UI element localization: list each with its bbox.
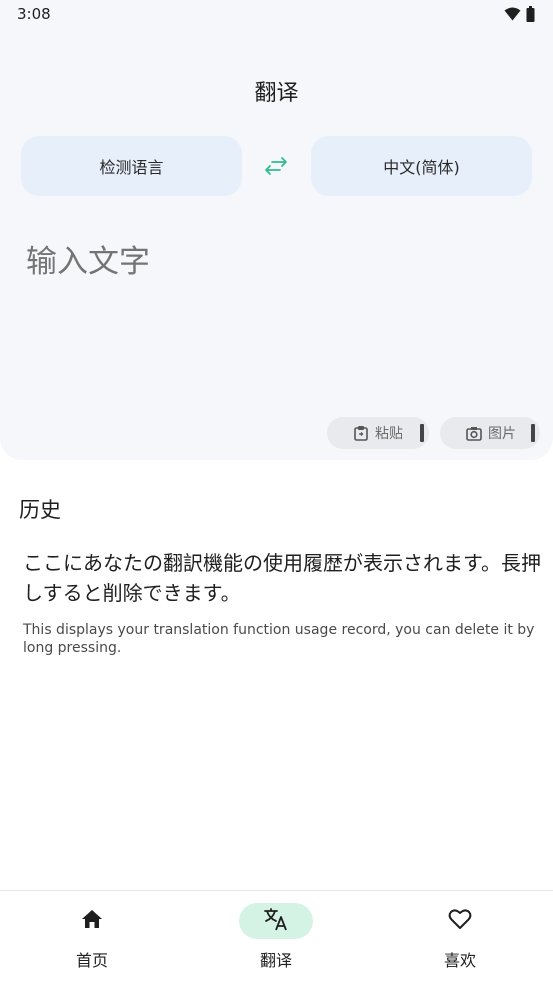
status-bar: 3:08 <box>0 0 553 28</box>
page-title: 翻译 <box>254 81 299 106</box>
target-language-button[interactable]: 中文(简体) <box>311 136 532 196</box>
nav-item-home[interactable]: 首页 <box>22 903 162 975</box>
clipboard-icon <box>353 425 369 441</box>
status-time: 3:08 <box>17 5 51 23</box>
nav-label-translate: 翻译 <box>259 951 292 970</box>
history-heading: 历史 <box>19 498 61 522</box>
text-input[interactable] <box>26 244 526 280</box>
home-icon <box>81 909 103 933</box>
image-divider <box>531 424 535 442</box>
target-language-label: 中文(简体) <box>383 158 460 177</box>
nav-translate-icon-wrap <box>239 903 313 939</box>
nav-item-favorites[interactable]: 喜欢 <box>390 903 530 975</box>
bottom-navigation: 首页 翻译 喜欢 <box>0 890 553 985</box>
image-label: 图片 <box>488 426 516 442</box>
paste-button[interactable]: 粘贴 <box>327 417 429 449</box>
source-language-button[interactable]: 检测语言 <box>21 136 242 196</box>
paste-label: 粘贴 <box>375 426 403 442</box>
heart-icon <box>448 908 472 934</box>
history-empty-text-ja: ここにあなたの翻訳機能の使用履歴が表示されます。長押しすると削除できます。 <box>23 551 541 605</box>
nav-home-icon-wrap <box>55 903 129 939</box>
nav-item-translate[interactable]: 翻译 <box>206 903 346 975</box>
translate-icon <box>263 907 289 935</box>
battery-icon <box>526 6 535 22</box>
paste-divider <box>420 424 424 442</box>
nav-label-home: 首页 <box>75 951 108 970</box>
translate-panel: 3:08 翻译 检测语言 中文(简体) 输入文字 粘贴 图片 <box>0 0 553 460</box>
nav-fav-icon-wrap <box>423 903 497 939</box>
source-language-label: 检测语言 <box>99 158 164 177</box>
nav-label-favorites: 喜欢 <box>443 951 476 970</box>
image-button[interactable]: 图片 <box>440 417 540 449</box>
swap-arrows-icon[interactable] <box>262 154 290 178</box>
wifi-icon <box>504 7 521 21</box>
history-empty-text-en: This displays your translation function … <box>23 622 535 656</box>
camera-icon <box>466 425 482 441</box>
status-icons <box>504 6 535 22</box>
